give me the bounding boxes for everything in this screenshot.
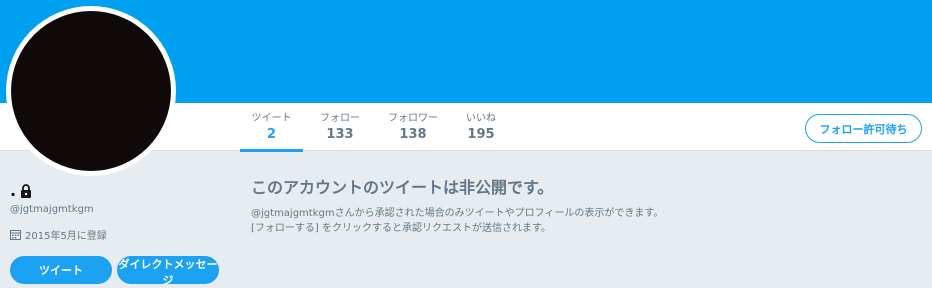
stat-following[interactable]: フォロー 133 [309, 103, 371, 151]
calendar-icon [10, 229, 21, 240]
private-notice-title: このアカウントのツイートは非公開です。 [251, 178, 554, 197]
stat-value: 195 [467, 127, 495, 142]
stat-followers[interactable]: フォロワー 138 [377, 103, 449, 151]
stat-value: 138 [399, 127, 427, 142]
lock-icon [20, 183, 32, 198]
join-date-text: 2015年5月に登録 [25, 231, 107, 242]
profile-card: . @jgtmajgmtkgm 2015年5月に登録 [10, 180, 230, 242]
stat-label: フォロー [320, 113, 360, 124]
screen-name[interactable]: @jgtmajgmtkgm [10, 204, 230, 215]
stat-tweets[interactable]: ツイート 2 [240, 103, 303, 152]
private-notice-line: [フォローする] をクリックすると承認リクエストが送信されます。 [251, 223, 551, 234]
stat-label: いいね [466, 113, 496, 124]
avatar[interactable] [11, 11, 171, 171]
stat-likes[interactable]: いいね 195 [455, 103, 507, 151]
tweet-to-button[interactable]: ツイート [10, 256, 112, 284]
private-account-notice: このアカウントのツイートは非公開です。 @jgtmajgmtkgmさんから承認さ… [251, 176, 851, 236]
name-row: . [10, 180, 230, 200]
follow-request-button[interactable]: フォロー許可待ち [805, 114, 922, 143]
direct-message-button[interactable]: ダイレクトメッセージ [117, 256, 219, 287]
stat-value: 2 [266, 127, 277, 142]
display-name[interactable]: . [10, 181, 16, 200]
join-date: 2015年5月に登録 [10, 227, 230, 242]
private-notice-line: @jgtmajgmtkgmさんから承認された場合のみツイートやプロフィールの表示… [251, 208, 664, 219]
private-notice-description: @jgtmajgmtkgmさんから承認された場合のみツイートやプロフィールの表示… [251, 206, 851, 236]
profile-stats: ツイート 2 フォロー 133 フォロワー 138 いいね 195 [240, 103, 507, 152]
stat-label: ツイート [251, 113, 292, 124]
stat-value: 133 [326, 127, 354, 142]
stat-label: フォロワー [388, 113, 438, 124]
avatar-frame [6, 6, 176, 176]
